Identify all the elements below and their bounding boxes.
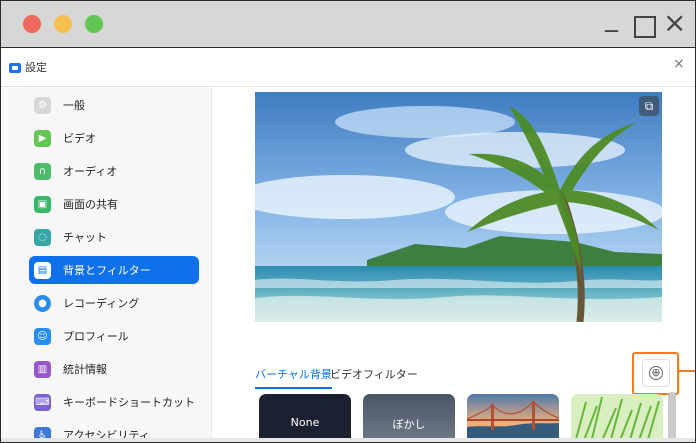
- chat-bubble-icon: ◌: [34, 228, 51, 246]
- expand-preview-icon[interactable]: ⧉: [639, 96, 659, 116]
- sidebar-item-background-filter[interactable]: ▤ 背景とフィルター: [29, 256, 199, 284]
- window-bottom-edge: [1, 438, 695, 442]
- profile-icon: ☺: [34, 327, 51, 345]
- gear-icon: ⚙: [34, 96, 51, 114]
- zoom-app-icon: [9, 63, 21, 73]
- zoom-traffic-light[interactable]: [85, 15, 103, 33]
- screen-share-icon: ▣: [34, 195, 51, 213]
- grass-thumbnail-image: [571, 394, 663, 442]
- sidebar-item-keyboard-shortcuts[interactable]: ⌨ キーボードショートカット: [29, 388, 199, 416]
- sidebar-item-label: オーディオ: [63, 165, 118, 178]
- background-option-bridge[interactable]: [467, 394, 559, 442]
- maximize-icon[interactable]: [634, 16, 656, 38]
- app-window: _ × 設定 × ⚙ 一般 ▶ ビデオ ∩ オーディオ ▣ 画面の共有 ◌ チャ…: [0, 0, 696, 443]
- thumbnail-label: None: [290, 416, 320, 429]
- sidebar-item-screen-share[interactable]: ▣ 画面の共有: [29, 190, 199, 218]
- beach-palm-image: [255, 92, 662, 322]
- video-camera-icon: ▶: [34, 129, 51, 147]
- sidebar-item-label: キーボードショートカット: [63, 396, 195, 409]
- settings-sidebar: ⚙ 一般 ▶ ビデオ ∩ オーディオ ▣ 画面の共有 ◌ チャット ▤ 背景とフ…: [1, 87, 212, 442]
- sidebar-item-label: プロフィール: [63, 330, 129, 343]
- sidebar-item-video[interactable]: ▶ ビデオ: [29, 124, 199, 152]
- sidebar-item-label: 一般: [63, 99, 85, 112]
- sidebar-item-label: 背景とフィルター: [63, 264, 151, 277]
- headphones-icon: ∩: [34, 162, 51, 180]
- sidebar-item-profile[interactable]: ☺ プロフィール: [29, 322, 199, 350]
- record-icon: ●: [34, 294, 51, 312]
- background-option-blur[interactable]: ぼかし: [363, 394, 455, 442]
- background-filter-icon: ▤: [34, 261, 51, 279]
- title-bar: _ ×: [1, 1, 695, 48]
- plus-circle-icon: ⊕: [649, 366, 663, 380]
- tab-virtual-background[interactable]: バーチャル背景: [255, 366, 332, 389]
- page-title: 設定: [25, 61, 47, 74]
- settings-close-icon[interactable]: ×: [673, 56, 685, 72]
- sidebar-item-statistics[interactable]: ▥ 統計情報: [29, 355, 199, 383]
- callout-line: [677, 370, 695, 372]
- background-option-none[interactable]: None: [259, 394, 351, 442]
- keyboard-icon: ⌨: [34, 393, 51, 411]
- sidebar-item-recording[interactable]: ● レコーディング: [29, 289, 199, 317]
- background-preview: [255, 92, 662, 322]
- sidebar-item-audio[interactable]: ∩ オーディオ: [29, 157, 199, 185]
- tab-video-filter[interactable]: ビデオフィルター: [330, 366, 418, 387]
- sidebar-item-general[interactable]: ⚙ 一般: [29, 91, 199, 119]
- sidebar-item-chat[interactable]: ◌ チャット: [29, 223, 199, 251]
- sidebar-item-label: 統計情報: [63, 363, 107, 376]
- bridge-thumbnail-image: [467, 394, 559, 442]
- thumbnail-scrollbar[interactable]: [668, 392, 676, 442]
- sidebar-item-label: ビデオ: [63, 132, 96, 145]
- minimize-icon[interactable]: _: [605, 3, 618, 33]
- close-icon[interactable]: ×: [663, 8, 686, 38]
- thumbnail-label: ぼかし: [392, 418, 426, 431]
- background-option-grass[interactable]: [571, 394, 663, 442]
- minimize-traffic-light[interactable]: [54, 15, 72, 33]
- add-background-button[interactable]: ⊕: [642, 359, 670, 387]
- close-traffic-light[interactable]: [23, 15, 41, 33]
- sidebar-item-label: チャット: [63, 231, 107, 244]
- statistics-icon: ▥: [34, 360, 51, 378]
- sidebar-item-label: レコーディング: [63, 297, 140, 310]
- settings-header: 設定 ×: [1, 48, 695, 87]
- sidebar-item-label: 画面の共有: [63, 198, 118, 211]
